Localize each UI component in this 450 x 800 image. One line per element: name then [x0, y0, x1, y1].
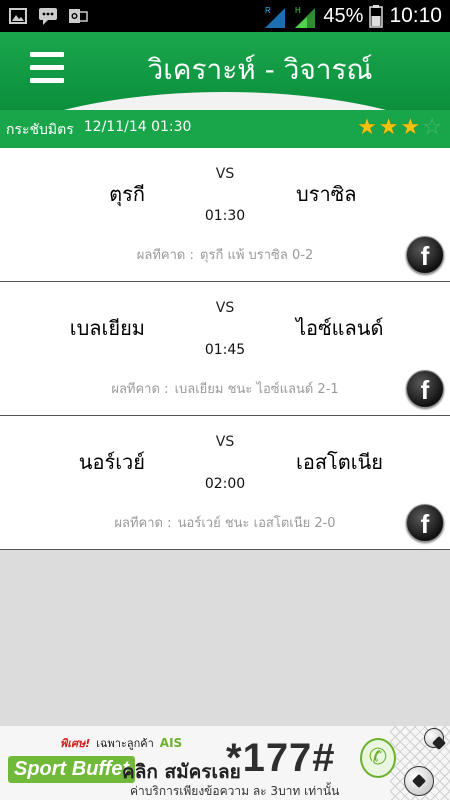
- signal-r-icon: R: [265, 6, 286, 28]
- outlook-icon: [69, 9, 88, 23]
- prediction-text: เบลเยียม ชนะ ไอซ์แลนด์ 2-1: [174, 382, 339, 397]
- match-info-bar: กระชับมิตร 12/11/14 01:30 ★ ★ ★ ☆: [0, 110, 450, 148]
- promo-label: พิเศษ!: [60, 737, 91, 750]
- match-card[interactable]: VS ตุรกี บราซิล 01:30 ผลทีคาด : ตุรกี แพ…: [0, 148, 450, 282]
- status-right: R H 45% 10:10: [263, 2, 442, 30]
- prediction-label: ผลทีคาด :: [136, 248, 194, 263]
- match-card[interactable]: VS เบลเยียม ไอซ์แลนด์ 01:45 ผลทีคาด : เบ…: [0, 282, 450, 416]
- kickoff-time: 01:30: [204, 208, 246, 224]
- away-team: ไอซ์แลนด์: [296, 316, 384, 340]
- competition-label: กระชับมิตร: [6, 122, 74, 138]
- clock: 10:10: [389, 4, 442, 27]
- header-curve: [0, 92, 450, 110]
- home-team: นอร์เวย์: [78, 450, 145, 474]
- price-note: ค่าบริการเพียงข้อความ ละ 3บาท เท่านั้น: [130, 784, 340, 798]
- page-title: วิเคราะห์ - วิจารณ์: [147, 53, 373, 86]
- prediction-text: นอร์เวย์ ชนะ เอสโตเนีย 2-0: [177, 516, 336, 531]
- away-team: บราซิล: [296, 182, 357, 206]
- battery-percent: 45%: [323, 4, 364, 27]
- svg-text:R: R: [265, 6, 271, 15]
- star-empty-icon: ☆: [422, 115, 442, 140]
- star-filled-icon: ★: [400, 115, 421, 140]
- football-icon: [424, 728, 444, 748]
- signal-h-icon: H: [295, 6, 316, 28]
- rating-stars: ★ ★ ★ ☆: [357, 116, 442, 140]
- battery-icon: [369, 5, 384, 28]
- facebook-share-icon[interactable]: f: [406, 370, 444, 408]
- notification-icons: [8, 6, 88, 26]
- match-card[interactable]: VS นอร์เวย์ เอสโตเนีย 02:00 ผลทีคาด : นอ…: [0, 416, 450, 550]
- facebook-share-icon[interactable]: f: [406, 504, 444, 542]
- football-icon: [404, 766, 434, 796]
- prediction: ผลทีคาด : นอร์เวย์ ชนะ เอสโตเนีย 2-0: [0, 512, 450, 533]
- prediction-label: ผลทีคาด :: [111, 382, 169, 397]
- kickoff-time: 01:45: [204, 342, 246, 358]
- chat-icon: [39, 8, 57, 25]
- match-list: VS ตุรกี บราซิล 01:30 ผลทีคาด : ตุรกี แพ…: [0, 148, 450, 550]
- ad-banner[interactable]: พิเศษ! เฉพาะลูกค้า AIS Sport Buffet คลิก…: [0, 726, 450, 800]
- banner-top-line: พิเศษ! เฉพาะลูกค้า AIS: [60, 734, 182, 752]
- dial-code: *177#: [226, 736, 336, 780]
- ais-logo: AIS: [159, 736, 183, 750]
- prediction: ผลทีคาด : ตุรกี แพ้ บราซิล 0-2: [0, 244, 450, 265]
- home-team: เบลเยียม: [69, 316, 145, 340]
- facebook-share-icon[interactable]: f: [406, 236, 444, 274]
- match-datetime: 12/11/14 01:30: [83, 119, 192, 135]
- hamburger-menu-icon[interactable]: [30, 52, 70, 86]
- prediction-label: ผลทีคาด :: [114, 516, 172, 531]
- kickoff-time: 02:00: [204, 476, 246, 492]
- star-filled-icon: ★: [378, 115, 399, 140]
- prediction: ผลทีคาด : เบลเยียม ชนะ ไอซ์แลนด์ 2-1: [0, 378, 450, 399]
- phone-icon: ✆: [360, 738, 396, 778]
- prediction-text: ตุรกี แพ้ บราซิล 0-2: [200, 248, 314, 263]
- away-team: เอสโตเนีย: [296, 450, 384, 474]
- sport-buffet-logo: Sport Buffet: [8, 756, 136, 783]
- image-icon: [9, 8, 27, 24]
- promo-sub-label: เฉพาะลูกค้า: [96, 737, 154, 750]
- status-bar: R H 45% 10:10: [0, 0, 450, 32]
- app-header: วิเคราะห์ - วิจารณ์: [0, 32, 450, 110]
- star-filled-icon: ★: [357, 115, 377, 140]
- home-team: ตุรกี: [109, 182, 145, 206]
- svg-text:H: H: [295, 6, 301, 15]
